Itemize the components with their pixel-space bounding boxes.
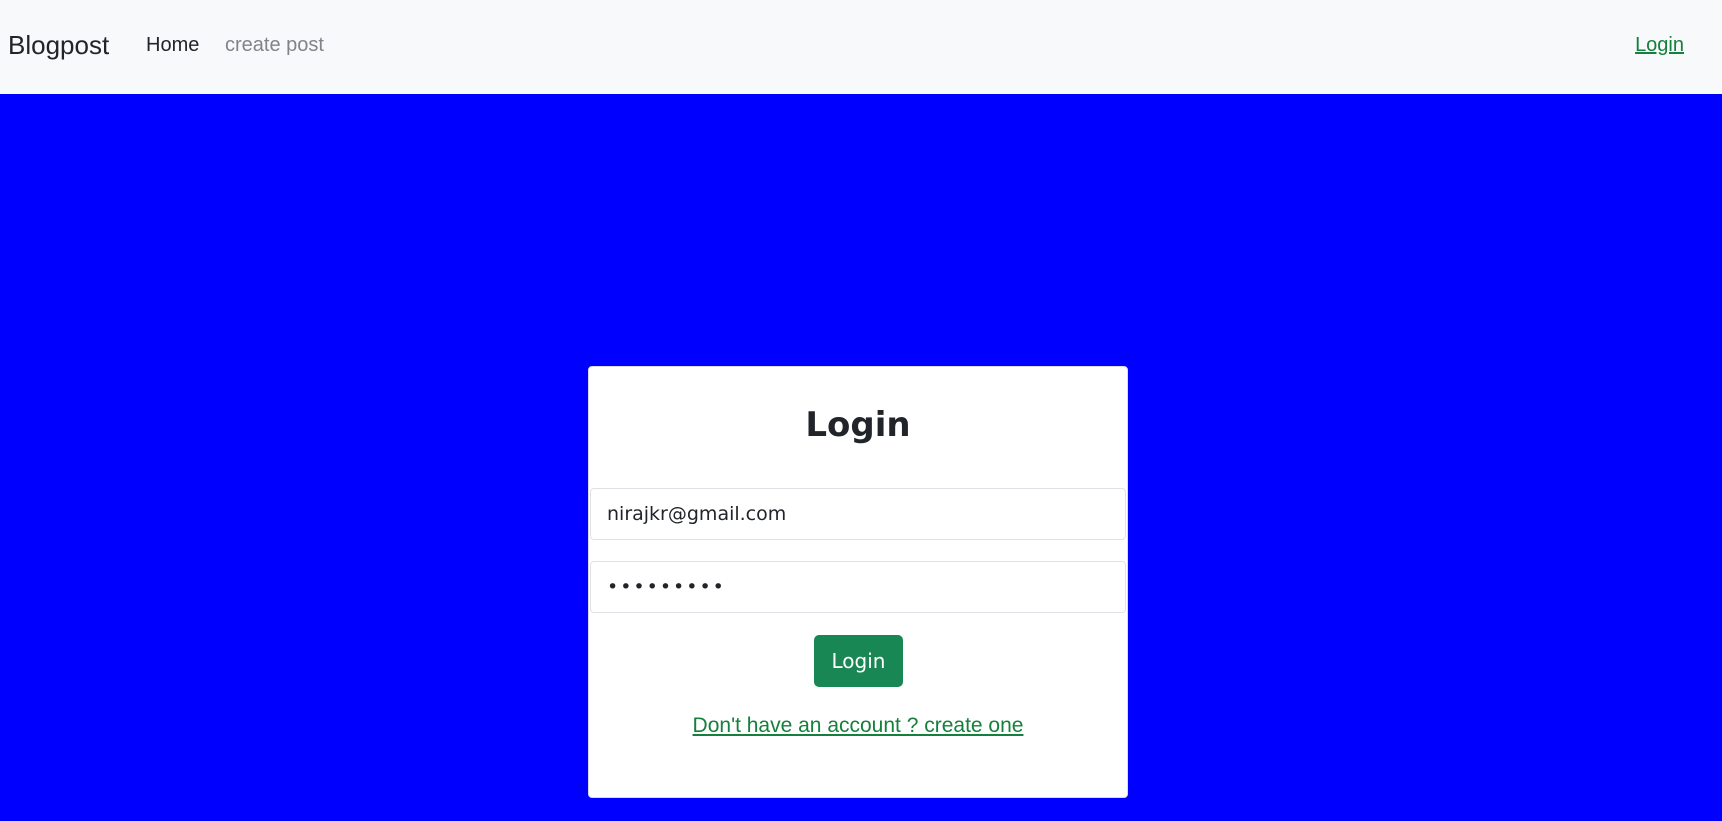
brand-logo[interactable]: Blogpost: [8, 28, 109, 62]
nav-create-post-link[interactable]: create post: [225, 32, 324, 58]
login-title: Login: [805, 405, 911, 445]
password-input[interactable]: [590, 561, 1126, 613]
signup-link[interactable]: Don't have an account ? create one: [589, 713, 1127, 739]
nav-home-link[interactable]: Home: [146, 32, 199, 58]
nav-login-link[interactable]: Login: [1635, 32, 1684, 58]
navbar: Blogpost Home create post Login: [0, 0, 1722, 94]
login-card: Login Login Don't have an account ? crea…: [588, 366, 1128, 798]
login-submit-button[interactable]: Login: [814, 635, 903, 687]
email-input[interactable]: [590, 488, 1126, 540]
